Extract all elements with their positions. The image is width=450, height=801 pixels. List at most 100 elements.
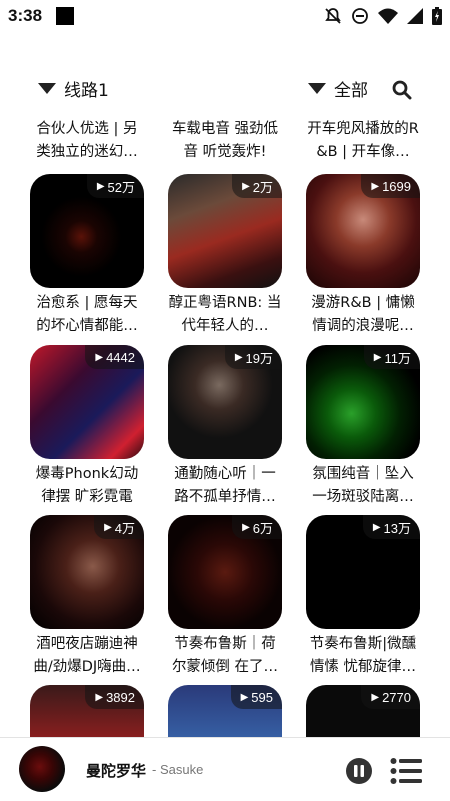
play-count: 19万	[245, 350, 273, 366]
play-count-badge: ▶ 2万	[232, 174, 282, 198]
play-icon: ▶	[96, 180, 105, 192]
filter-bar: 线路1 全部	[0, 76, 450, 106]
route-filter-label: 线路1	[64, 81, 109, 101]
play-icon: ▶	[371, 180, 380, 192]
playlist-cover: ▶ 2770	[306, 685, 420, 738]
play-icon: ▶	[95, 691, 104, 703]
signal-icon	[407, 8, 423, 24]
playlist-cover: ▶ 3892	[30, 685, 144, 738]
play-count-badge: ▶ 6万	[232, 515, 282, 539]
playlist-title: 开车兜风播放的R&B | 开车像…	[307, 121, 419, 160]
play-count-badge: ▶ 3892	[85, 685, 144, 709]
wifi-icon	[378, 8, 398, 24]
play-count: 3892	[106, 689, 135, 705]
play-icon: ▶	[372, 521, 381, 533]
play-count: 595	[251, 689, 273, 705]
play-count: 6万	[252, 520, 273, 536]
playlist-title: 车载电音 强劲低音 听觉轰炸!	[171, 121, 279, 160]
playlist-grid: 合伙人优选 | 另类独立的迷幻… 车载电音 强劲低音 听觉轰炸! 开车兜风播放的…	[30, 118, 420, 738]
playlist-cover: ▶ 11万	[306, 345, 420, 459]
play-count: 13万	[383, 520, 411, 536]
battery-icon	[432, 7, 442, 25]
playlist-card[interactable]: ▶ 13万 节奏布鲁斯|微醺情愫 忧郁旋律…	[306, 515, 420, 679]
playlist-cover: ▶ 4442	[30, 345, 144, 459]
play-count: 2万	[252, 179, 273, 195]
now-playing-cover[interactable]	[19, 746, 65, 792]
playlist-card[interactable]: ▶ 52万 治愈系 | 愿每天的坏心情都能…	[30, 174, 144, 338]
play-count: 4万	[114, 520, 135, 536]
play-count-badge: ▶ 1699	[361, 174, 420, 198]
playlist-card[interactable]: ▶ 2万 醇正粤语RNB: 当代年轻人的…	[168, 174, 282, 338]
playlist-icon	[390, 758, 422, 784]
play-icon: ▶	[242, 521, 250, 533]
play-count-badge: ▶ 4万	[94, 515, 144, 539]
playlist-card[interactable]: ▶ 3892	[30, 685, 144, 738]
playlist-card[interactable]: ▶ 19万 通勤随心听｜一路不孤单抒情…	[168, 345, 282, 509]
search-icon	[392, 80, 412, 100]
play-icon: ▶	[95, 351, 104, 363]
playlist-card[interactable]: ▶ 2770	[306, 685, 420, 738]
playlist-title: 节奏布鲁斯｜荷尔蒙倾倒 在了…	[171, 636, 279, 675]
now-playing-bar[interactable]: 曼陀罗华 - Sasuke	[0, 737, 450, 801]
do-not-disturb-icon	[351, 7, 369, 25]
category-filter-label: 全部	[334, 81, 368, 101]
play-icon: ▶	[371, 691, 380, 703]
notifications-off-icon	[324, 7, 342, 25]
playlist-title: 醇正粤语RNB: 当代年轻人的…	[168, 295, 282, 334]
playlist-cover: ▶ 2万	[168, 174, 282, 288]
playlist-card[interactable]: ▶ 4万 酒吧夜店蹦迪神曲/劲爆DJ嗨曲…	[30, 515, 144, 679]
play-count: 52万	[107, 179, 135, 195]
playlist-card[interactable]: 开车兜风播放的R&B | 开车像…	[306, 118, 420, 164]
playlist-title: 节奏布鲁斯|微醺情愫 忧郁旋律…	[309, 636, 417, 675]
route-filter-dropdown[interactable]: 线路1	[38, 76, 109, 101]
triangle-down-icon	[38, 83, 56, 94]
playlist-card[interactable]: ▶ 11万 氛围纯音｜坠入一场斑驳陆离…	[306, 345, 420, 509]
playlist-title: 漫游R&B | 慵懒情调的浪漫呢…	[311, 295, 415, 334]
play-count-badge: ▶ 2770	[361, 685, 420, 709]
playlist-cover: ▶ 595	[168, 685, 282, 738]
playlist-cover: ▶ 19万	[168, 345, 282, 459]
playlist-card[interactable]: ▶ 6万 节奏布鲁斯｜荷尔蒙倾倒 在了…	[168, 515, 282, 679]
notification-square-icon	[56, 7, 74, 25]
now-playing-artist: - Sasuke	[152, 762, 204, 777]
playlist-title: 爆毒Phonk幻动律摆 旷彩霓電	[35, 466, 139, 505]
play-count-badge: ▶ 52万	[86, 174, 144, 198]
playlist-card[interactable]: ▶ 4442 爆毒Phonk幻动律摆 旷彩霓電	[30, 345, 144, 509]
play-count-badge: ▶ 13万	[362, 515, 420, 539]
playlist-card[interactable]: 合伙人优选 | 另类独立的迷幻…	[30, 118, 144, 164]
triangle-down-icon	[308, 83, 326, 94]
playlist-cover: ▶ 1699	[306, 174, 420, 288]
playlist-card[interactable]: ▶ 595	[168, 685, 282, 738]
play-icon: ▶	[234, 351, 243, 363]
playlist-title: 酒吧夜店蹦迪神曲/劲爆DJ嗨曲…	[33, 636, 141, 675]
playlist-cover: ▶ 13万	[306, 515, 420, 629]
playlist-queue-button[interactable]	[390, 757, 422, 785]
play-count-badge: ▶ 19万	[224, 345, 282, 369]
play-count: 11万	[384, 350, 412, 366]
play-count-badge: ▶ 595	[230, 685, 282, 709]
play-icon: ▶	[242, 180, 250, 192]
play-count: 4442	[106, 349, 135, 365]
playlist-title: 治愈系 | 愿每天的坏心情都能…	[36, 295, 138, 334]
pause-icon	[346, 758, 372, 784]
play-count: 2770	[382, 689, 411, 705]
playlist-title: 合伙人优选 | 另类独立的迷幻…	[36, 121, 138, 160]
search-button[interactable]	[392, 80, 412, 100]
status-time: 3:38	[8, 6, 43, 25]
play-icon: ▶	[240, 691, 249, 703]
playlist-cover: ▶ 6万	[168, 515, 282, 629]
now-playing-title: 曼陀罗华	[86, 762, 147, 780]
playlist-cover: ▶ 52万	[30, 174, 144, 288]
status-bar: 3:38	[0, 0, 450, 32]
playlist-title: 通勤随心听｜一路不孤单抒情…	[174, 466, 276, 505]
status-icons	[324, 5, 442, 27]
playlist-cover: ▶ 4万	[30, 515, 144, 629]
playlist-card[interactable]: 车载电音 强劲低音 听觉轰炸!	[168, 118, 282, 164]
category-filter-dropdown[interactable]: 全部	[308, 76, 368, 101]
play-count: 1699	[382, 178, 411, 194]
play-icon: ▶	[104, 521, 112, 533]
playlist-card[interactable]: ▶ 1699 漫游R&B | 慵懒情调的浪漫呢…	[306, 174, 420, 338]
play-count-badge: ▶ 4442	[85, 345, 144, 369]
pause-button[interactable]	[345, 757, 373, 785]
play-count-badge: ▶ 11万	[363, 345, 420, 369]
